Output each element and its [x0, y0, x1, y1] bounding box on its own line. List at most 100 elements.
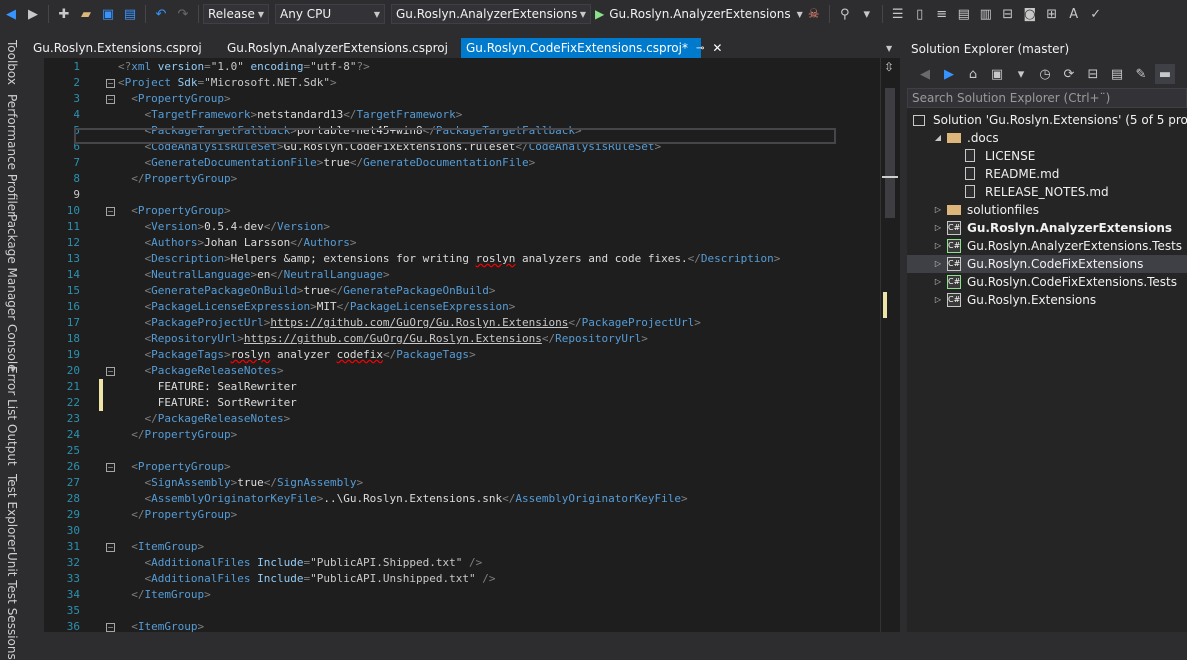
- solution-search-input[interactable]: Search Solution Explorer (Ctrl+¨): [907, 88, 1187, 108]
- chevron-down-icon[interactable]: ▾: [1011, 64, 1031, 84]
- forward-icon[interactable]: ▶: [24, 4, 42, 24]
- tree-item[interactable]: ▷ C# Gu.Roslyn.Extensions: [907, 291, 1187, 309]
- code-editor[interactable]: 1 2 3 4 5 6 7 8 9 10 11 12 13 14 15 16 17 18 19 20 21 22 23 24 2…: [44, 58, 900, 632]
- find-icon[interactable]: ⚲: [836, 4, 854, 24]
- code-line: </PropertyGroup>: [131, 508, 238, 521]
- sync-icon[interactable]: ⟳: [1059, 64, 1079, 84]
- skull-icon[interactable]: ☠: [805, 4, 823, 24]
- document-icon[interactable]: ▯: [911, 4, 929, 24]
- collapse-icon[interactable]: −: [106, 463, 115, 472]
- toolbar-separator: [48, 5, 49, 23]
- line-number: 32: [66, 556, 80, 569]
- line-number: 8: [73, 172, 80, 185]
- pin-icon[interactable]: ⊸: [696, 43, 704, 54]
- tab-overflow-icon[interactable]: ▼: [886, 44, 892, 53]
- collapsed-arrow-icon[interactable]: ▷: [933, 255, 943, 273]
- preview-icon[interactable]: ▬: [1155, 64, 1175, 84]
- tree-item[interactable]: ◢ .docs: [907, 129, 1187, 147]
- tree-item[interactable]: README.md: [907, 165, 1187, 183]
- tree-item-label: Gu.Roslyn.AnalyzerExtensions: [967, 221, 1173, 235]
- tab-analyzerextensions-csproj[interactable]: Gu.Roslyn.AnalyzerExtensions.csproj: [222, 38, 458, 58]
- close-icon[interactable]: ✕: [712, 41, 722, 55]
- regex-icon[interactable]: ⊞: [1043, 4, 1061, 24]
- change-indicator: [99, 395, 103, 411]
- line-number: 31: [66, 540, 80, 553]
- properties-icon[interactable]: ✎: [1131, 64, 1151, 84]
- undo-icon[interactable]: ↶: [152, 4, 170, 24]
- line-number: 12: [66, 236, 80, 249]
- line-number: 11: [66, 220, 80, 233]
- comment-icon[interactable]: ▤: [955, 4, 973, 24]
- code-line: FEATURE: SortRewriter: [118, 396, 297, 409]
- outline-icon[interactable]: ≡: [933, 4, 951, 24]
- collapse-all-icon[interactable]: ⊟: [1083, 64, 1103, 84]
- collapse-icon[interactable]: −: [106, 623, 115, 632]
- camera-icon[interactable]: ◙: [1021, 4, 1039, 24]
- tree-item[interactable]: ▷ C# Gu.Roslyn.CodeFixExtensions: [907, 255, 1187, 273]
- tree-item[interactable]: LICENSE: [907, 147, 1187, 165]
- output-tab[interactable]: Output: [5, 424, 19, 466]
- csharp-project-icon: C#: [947, 221, 961, 235]
- collapse-icon[interactable]: −: [106, 95, 115, 104]
- back-icon[interactable]: ◀: [2, 4, 20, 24]
- collapsed-arrow-icon[interactable]: ▷: [933, 237, 943, 255]
- collapse-icon[interactable]: −: [106, 79, 115, 88]
- change-marker: [883, 292, 887, 318]
- vertical-scrollbar[interactable]: [880, 58, 898, 632]
- startup-project-dropdown[interactable]: Gu.Roslyn.AnalyzerExtensions ▼: [391, 4, 591, 24]
- line-number: 21: [66, 380, 80, 393]
- switch-views-icon[interactable]: ▣: [987, 64, 1007, 84]
- collapsed-arrow-icon[interactable]: ▷: [933, 219, 943, 237]
- line-number: 9: [73, 188, 80, 201]
- overflow-icon[interactable]: ▾: [858, 4, 876, 24]
- uncomment-icon[interactable]: ▥: [977, 4, 995, 24]
- history-icon[interactable]: ◷: [1035, 64, 1055, 84]
- code-line: <AdditionalFiles Include="PublicAPI.Unsh…: [144, 572, 496, 585]
- collapsed-arrow-icon[interactable]: ▷: [933, 273, 943, 291]
- scrollbar-thumb[interactable]: [885, 88, 895, 218]
- collapsed-arrow-icon[interactable]: ▷: [933, 291, 943, 309]
- collapse-icon[interactable]: −: [106, 367, 115, 376]
- toolbox-tab[interactable]: Toolbox: [5, 40, 19, 85]
- home-icon[interactable]: ⌂: [963, 64, 983, 84]
- font-icon[interactable]: A: [1065, 4, 1083, 24]
- tree-item[interactable]: ▷ solutionfiles: [907, 201, 1187, 219]
- solution-node[interactable]: Solution 'Gu.Roslyn.Extensions' (5 of 5 …: [907, 111, 1187, 129]
- code-line: <GeneratePackageOnBuild>true</GeneratePa…: [144, 284, 496, 297]
- show-all-files-icon[interactable]: ▤: [1107, 64, 1127, 84]
- tree-item[interactable]: ▷ C# Gu.Roslyn.CodeFixExtensions.Tests: [907, 273, 1187, 291]
- save-all-icon[interactable]: ▤: [121, 4, 139, 24]
- tree-item[interactable]: ▷ C# Gu.Roslyn.AnalyzerExtensions.Tests: [907, 237, 1187, 255]
- start-debugging-button[interactable]: ▶ Gu.Roslyn.AnalyzerExtensions ▼: [595, 7, 803, 21]
- package-manager-console-tab[interactable]: Package Manager Console: [5, 214, 19, 372]
- forward-icon[interactable]: ▶: [939, 64, 959, 84]
- collapsed-arrow-icon[interactable]: ▷: [933, 201, 943, 219]
- expanded-arrow-icon[interactable]: ◢: [933, 129, 943, 147]
- open-folder-icon[interactable]: ▰: [77, 4, 95, 24]
- configuration-dropdown[interactable]: Release ▼: [203, 4, 269, 24]
- run-target-label: Gu.Roslyn.AnalyzerExtensions: [609, 7, 791, 21]
- left-tool-strip: Toolbox Performance Profiler Package Man…: [0, 28, 28, 660]
- tab-codefixextensions-csproj[interactable]: Gu.Roslyn.CodeFixExtensions.csproj* ⊸ ✕: [461, 38, 722, 58]
- save-icon[interactable]: ▣: [99, 4, 117, 24]
- redo-icon[interactable]: ↷: [174, 4, 192, 24]
- spell-icon[interactable]: ✓: [1087, 4, 1105, 24]
- tree-item[interactable]: ▷ C# Gu.Roslyn.AnalyzerExtensions: [907, 219, 1187, 237]
- align-icon[interactable]: ☰: [889, 4, 907, 24]
- back-icon[interactable]: ◀: [915, 64, 935, 84]
- new-item-icon[interactable]: ✚: [55, 4, 73, 24]
- collapse-icon[interactable]: −: [106, 207, 115, 216]
- tab-extensions-csproj[interactable]: Gu.Roslyn.Extensions.csproj: [28, 38, 218, 58]
- chevron-down-icon: ▼: [579, 9, 586, 19]
- tree-item[interactable]: RELEASE_NOTES.md: [907, 183, 1187, 201]
- platform-dropdown[interactable]: Any CPU ▼: [275, 4, 385, 24]
- error-list-tab[interactable]: Error List: [5, 366, 19, 420]
- platform-value: Any CPU: [280, 7, 332, 21]
- code-line: <Project Sdk="Microsoft.NET.Sdk">: [118, 76, 337, 89]
- split-window-icon[interactable]: ⇳: [884, 60, 894, 74]
- test-explorer-tab[interactable]: Test Explorer: [5, 474, 19, 551]
- unit-test-sessions-tab[interactable]: Unit Test Sessions: [5, 552, 19, 660]
- format-icon[interactable]: ⊟: [999, 4, 1017, 24]
- performance-profiler-tab[interactable]: Performance Profiler: [5, 94, 19, 216]
- collapse-icon[interactable]: −: [106, 543, 115, 552]
